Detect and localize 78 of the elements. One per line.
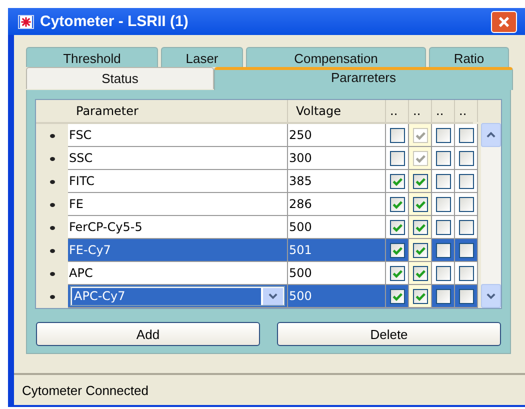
checkbox[interactable]: [412, 266, 428, 280]
column-header[interactable]: Voltage: [288, 100, 386, 122]
column-header[interactable]: Parameter: [68, 100, 288, 122]
checkbox[interactable]: [412, 288, 428, 304]
column-header[interactable]: ..: [386, 100, 409, 122]
checkbox[interactable]: [390, 288, 404, 304]
tab[interactable]: Compensation: [246, 47, 426, 67]
row-bullet-icon: [50, 248, 54, 252]
table-cell[interactable]: 501: [288, 239, 386, 262]
table-cell[interactable]: 500: [288, 285, 386, 308]
checkbox[interactable]: [436, 288, 450, 304]
checkbox[interactable]: [458, 242, 474, 258]
close-icon: [497, 14, 511, 28]
checkbox[interactable]: [458, 220, 474, 234]
checkbox[interactable]: [458, 288, 474, 304]
scroll-up-button[interactable]: [481, 123, 501, 147]
checkbox[interactable]: [390, 196, 404, 212]
table-cell[interactable]: FE-Cy7: [68, 239, 288, 262]
table-cell[interactable]: 286: [288, 193, 386, 216]
checkbox[interactable]: [458, 196, 474, 212]
checkbox[interactable]: [458, 128, 474, 142]
table-cell[interactable]: SSC: [68, 147, 288, 170]
row-bullet-icon: [50, 156, 54, 160]
checkbox[interactable]: [436, 220, 450, 234]
scroll-down-button[interactable]: [481, 284, 501, 308]
tab[interactable]: Laser: [161, 47, 243, 67]
row-bullet-icon: [50, 180, 54, 184]
tab[interactable]: Threshold: [26, 47, 158, 67]
checkbox[interactable]: [436, 196, 450, 212]
star-icon: [18, 14, 34, 28]
table-cell[interactable]: FE: [68, 193, 288, 216]
checkbox[interactable]: [436, 242, 450, 258]
row-bullet-icon: [50, 294, 54, 298]
row-bullet-icon: [50, 272, 54, 276]
checkbox[interactable]: [412, 220, 428, 234]
column-header[interactable]: ..: [455, 100, 478, 122]
checkbox[interactable]: [412, 196, 428, 212]
tab[interactable]: Pararreters: [214, 67, 513, 90]
checkbox[interactable]: [458, 174, 474, 188]
status-text: Cytometer Connected: [22, 382, 148, 398]
table-cell[interactable]: 385: [288, 170, 386, 193]
checkbox[interactable]: [390, 220, 404, 234]
checkbox[interactable]: [412, 174, 428, 188]
checkbox[interactable]: [390, 174, 404, 188]
row-bullet-icon: [50, 202, 54, 206]
table-cell[interactable]: FerCP-Cy5-5: [68, 216, 288, 239]
checkbox[interactable]: [436, 150, 450, 166]
row-bullet-icon: [50, 226, 54, 230]
checkbox[interactable]: [390, 150, 404, 166]
dropdown-value: APC-Cy7: [72, 288, 261, 304]
checkbox[interactable]: [458, 266, 474, 280]
scrollbar[interactable]: [481, 123, 501, 308]
action-button[interactable]: Delete: [277, 322, 501, 346]
checkbox[interactable]: [458, 150, 474, 166]
table-cell[interactable]: 500: [288, 262, 386, 285]
tab[interactable]: Ratio: [429, 47, 509, 67]
checkbox[interactable]: [436, 174, 450, 188]
column-header[interactable]: ..: [409, 100, 432, 122]
dropdown-field[interactable]: APC-Cy7: [70, 286, 285, 306]
checkbox[interactable]: [436, 128, 450, 142]
checkbox[interactable]: [390, 128, 404, 142]
table-cell[interactable]: APC: [68, 262, 288, 285]
checkbox[interactable]: [390, 266, 404, 280]
action-button[interactable]: Add: [36, 322, 260, 346]
close-button[interactable]: [491, 10, 517, 32]
checkbox[interactable]: [436, 266, 450, 280]
tab[interactable]: Status: [26, 67, 214, 89]
table-cell[interactable]: FSC: [68, 124, 288, 147]
dropdown-button[interactable]: [263, 288, 283, 304]
checkbox[interactable]: [412, 242, 428, 258]
table-cell[interactable]: 300: [288, 147, 386, 170]
window-title: Cytometer - LSRII (1): [40, 13, 188, 30]
table-cell[interactable]: FITC: [68, 170, 288, 193]
checkbox[interactable]: [390, 242, 404, 258]
table-cell[interactable]: 250: [288, 124, 386, 147]
column-header[interactable]: ..: [432, 100, 455, 122]
table-cell[interactable]: 500: [288, 216, 386, 239]
row-bullet-icon: [50, 134, 54, 138]
